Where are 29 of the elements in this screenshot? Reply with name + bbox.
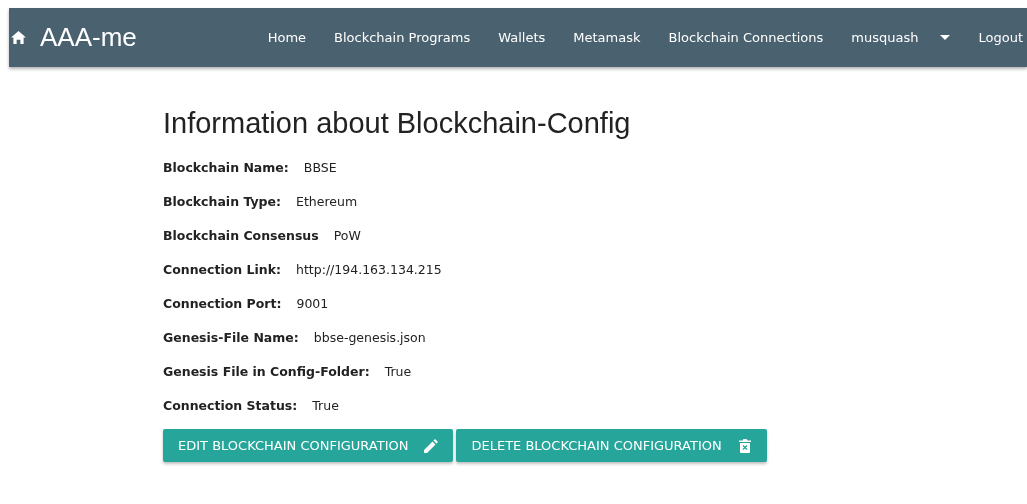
caret-icon — [940, 35, 951, 40]
nav-link[interactable]: Blockchain Programs — [320, 30, 485, 45]
user-menu[interactable]: musquash — [837, 30, 965, 45]
field-label: Connection Port: — [163, 295, 282, 311]
logout-link[interactable]: Logout — [964, 30, 1027, 45]
field-value: True — [384, 363, 412, 379]
field-label: Blockchain Type: — [163, 193, 282, 209]
field-value: PoW — [333, 227, 361, 243]
field-label: Connection Link: — [163, 261, 281, 277]
field-value: BBSE — [303, 159, 337, 175]
nav-link[interactable]: Metamask — [559, 30, 655, 45]
field-value: True — [312, 397, 339, 413]
pencil-icon — [424, 438, 439, 453]
home-icon[interactable] — [11, 31, 26, 44]
nav-link[interactable]: Blockchain Connections — [654, 30, 838, 45]
field-value: bbse-genesis.json — [313, 329, 426, 345]
field-label: Connection Status: — [163, 397, 298, 413]
field-label: Genesis-File Name: — [163, 329, 299, 345]
field-label: Genesis File in Config-Folder: — [163, 363, 370, 379]
field-label: Blockchain Name: — [163, 159, 289, 175]
field-value: http://194.163.134.215 — [296, 261, 442, 277]
field-label: Blockchain Consensus — [163, 227, 319, 243]
field-value: 9001 — [296, 295, 329, 311]
page-title: Information about Blockchain-Config — [163, 107, 632, 140]
nav-link[interactable]: Wallets — [484, 30, 560, 45]
trash-icon — [737, 438, 752, 453]
brand-logo[interactable]: AAA-me — [40, 22, 137, 53]
nav-link[interactable]: Home — [253, 30, 321, 45]
field-value: Ethereum — [296, 193, 358, 209]
